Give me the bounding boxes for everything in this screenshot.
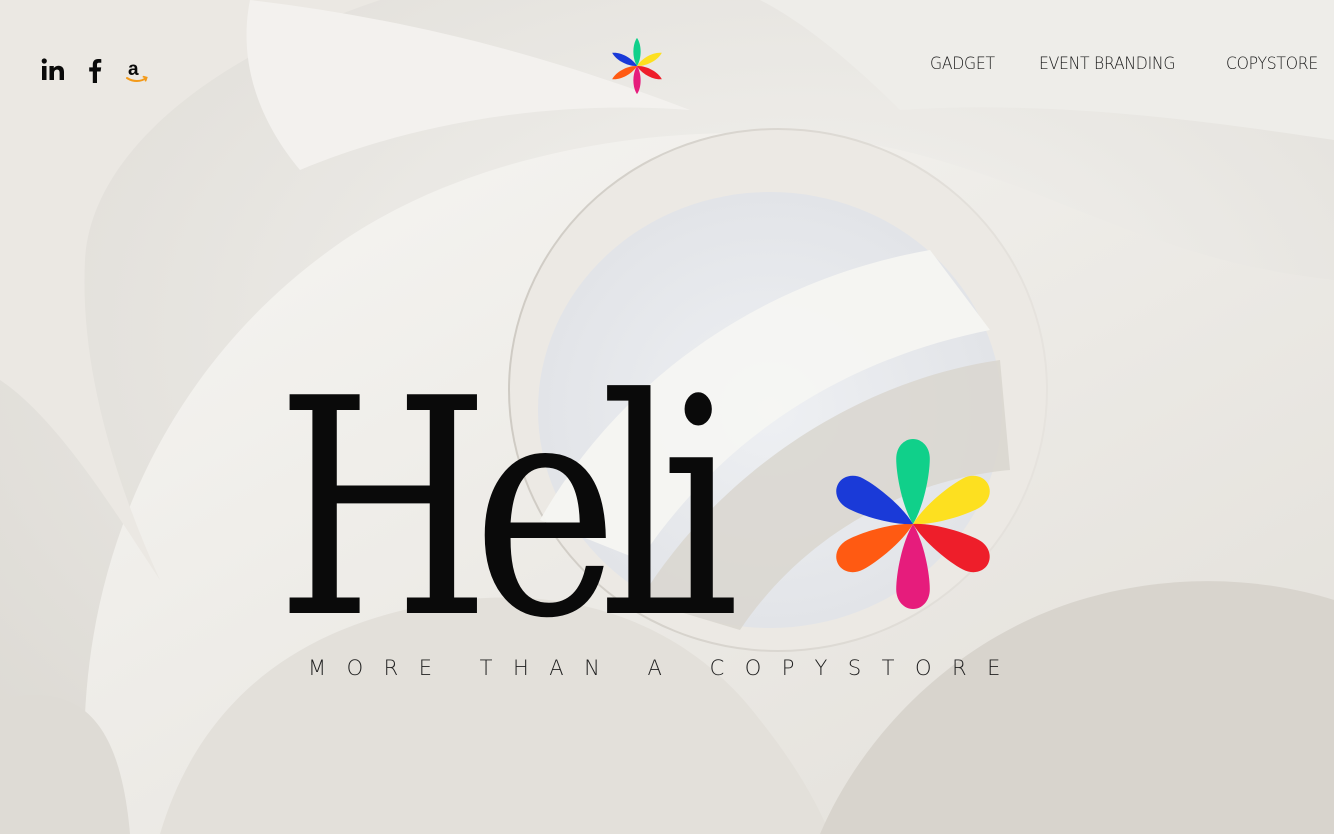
nav-item-gadget[interactable]: GADGET [930,54,995,74]
main-nav: GADGET EVENT BRANDING COPYSTORE [930,54,1326,74]
brand-tagline: MORE THAN A COPYSTORE [308,656,1021,680]
brand-wordmark: Heli [276,335,739,684]
amazon-link[interactable]: a [124,54,150,86]
flower-asterisk-icon [836,439,990,609]
social-links: a [40,54,150,86]
amazon-icon: a [126,59,148,82]
linkedin-link[interactable] [40,54,66,86]
svg-text:a: a [128,59,139,80]
nav-item-copystore[interactable]: COPYSTORE [1226,54,1318,74]
nav-item-event-branding[interactable]: EVENT BRANDING [1039,54,1175,74]
linkedin-icon [41,58,64,80]
facebook-icon [89,59,102,83]
facebook-link[interactable] [82,54,108,86]
flower-logo-icon[interactable] [606,34,668,98]
